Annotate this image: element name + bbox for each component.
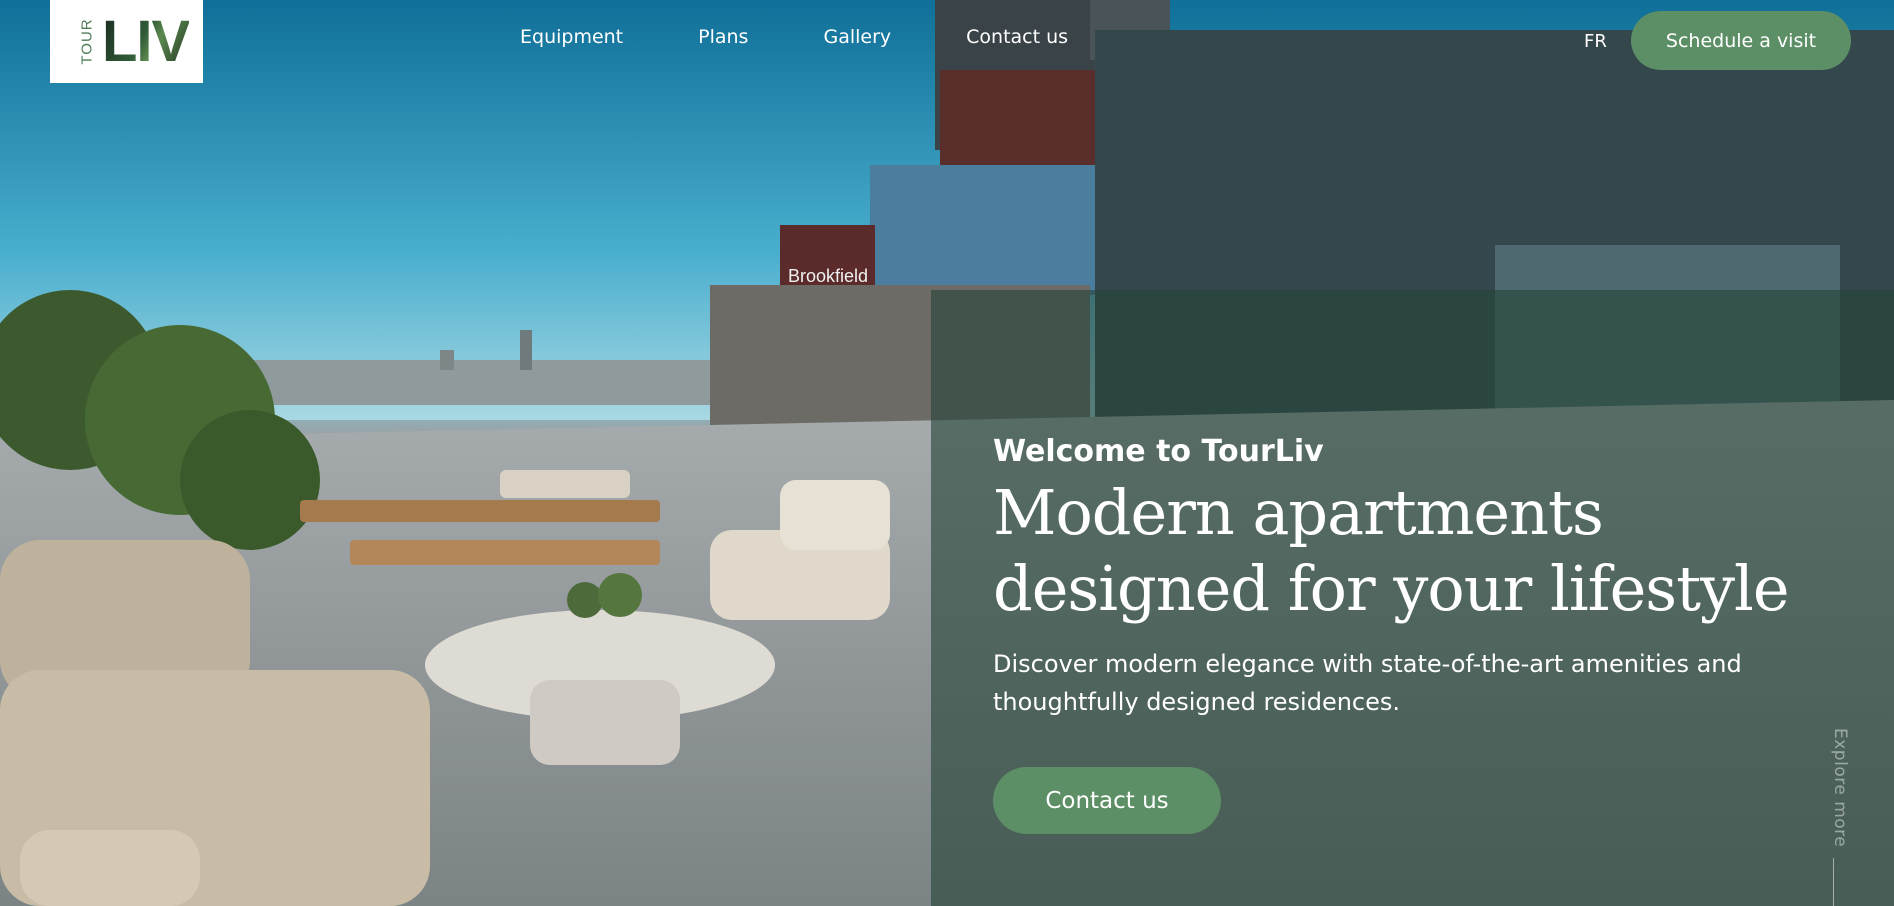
explore-more-link[interactable]: Explore more xyxy=(1830,728,1850,847)
logo[interactable]: TOUR LIV xyxy=(50,0,203,83)
nav-equipment[interactable]: Equipment xyxy=(520,26,623,48)
schedule-visit-button[interactable]: Schedule a visit xyxy=(1631,11,1851,70)
language-toggle[interactable]: FR xyxy=(1584,31,1607,52)
logo-big-text: LIV xyxy=(102,8,190,74)
building-sign: Brookfield xyxy=(788,266,868,286)
main-nav: Equipment Plans Gallery Contact us xyxy=(520,26,1143,48)
hero-description: Discover modern elegance with state-of-t… xyxy=(993,645,1853,721)
description-line-1: Discover modern elegance with state-of-t… xyxy=(993,650,1742,678)
logo-small-text: TOUR xyxy=(78,18,96,65)
explore-divider xyxy=(1833,858,1834,906)
nav-plans[interactable]: Plans xyxy=(698,26,748,48)
description-line-2: thoughtfully designed residences. xyxy=(993,688,1401,716)
headline-line-1: Modern apartments xyxy=(993,476,1604,549)
hero-content: Welcome to TourLiv Modern apartments des… xyxy=(993,434,1853,721)
hero-headline: Modern apartments designed for your life… xyxy=(993,475,1853,627)
contact-us-button[interactable]: Contact us xyxy=(993,767,1221,834)
nav-contact[interactable]: Contact us xyxy=(966,26,1068,48)
welcome-heading: Welcome to TourLiv xyxy=(993,434,1324,469)
nav-gallery[interactable]: Gallery xyxy=(823,26,891,48)
headline-line-2: designed for your lifestyle xyxy=(993,552,1790,625)
